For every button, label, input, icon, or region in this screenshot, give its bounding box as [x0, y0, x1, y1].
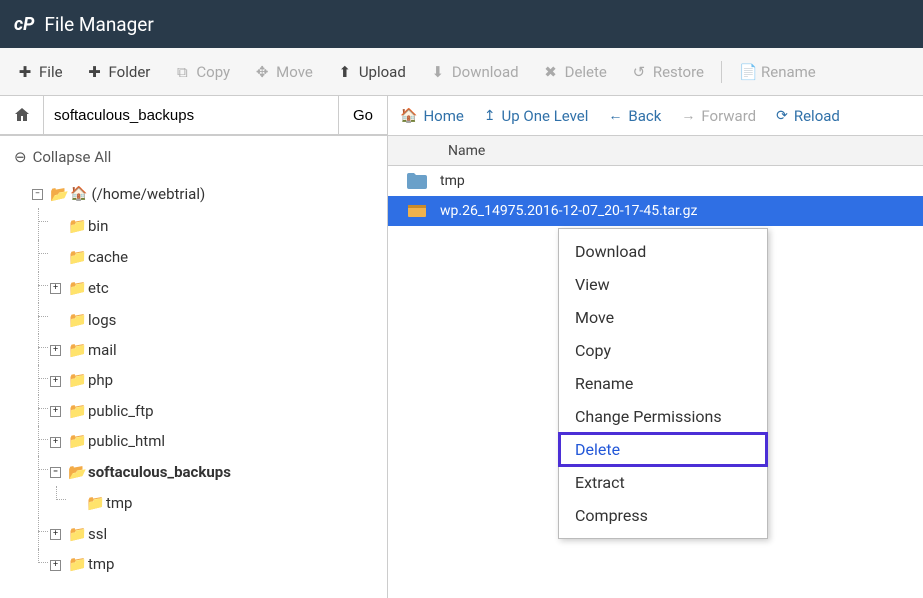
ctx-compress[interactable]: Compress: [559, 499, 767, 532]
cpanel-logo-icon: cP: [14, 14, 34, 35]
path-input[interactable]: [44, 96, 339, 135]
expand-toggle-icon[interactable]: +: [50, 345, 61, 356]
upload-button[interactable]: ⬆Upload: [326, 57, 417, 87]
folder-open-icon: 📂: [68, 459, 84, 487]
rename-icon: 📄: [739, 63, 755, 81]
arrow-left-icon: ←: [608, 107, 622, 124]
download-button: ⬇Download: [419, 57, 530, 87]
nav-row: 🏠Home ↥Up One Level ←Back →Forward ⟳Relo…: [388, 96, 923, 136]
tree-root[interactable]: − 📂 🏠 (/home/webtrial): [32, 181, 205, 209]
folder-icon: 📁: [68, 213, 84, 241]
collapse-icon: ⊖: [14, 148, 27, 166]
restore-icon: ↺: [631, 63, 647, 81]
list-header: Name: [388, 136, 923, 166]
new-file-button[interactable]: ✚File: [6, 57, 74, 87]
main-toolbar: ✚File ✚Folder ⧉Copy ✥Move ⬆Upload ⬇Downl…: [0, 48, 923, 96]
app-header: cP File Manager: [0, 0, 923, 48]
ctx-extract[interactable]: Extract: [559, 466, 767, 499]
folder-icon: 📁: [68, 244, 84, 272]
file-name: wp.26_14975.2016-12-07_20-17-45.tar.gz: [440, 203, 697, 219]
plus-icon: ✚: [87, 63, 103, 81]
tree-item-cache[interactable]: 📁cache: [50, 244, 128, 272]
copy-icon: ⧉: [174, 63, 190, 81]
collapse-all-button[interactable]: ⊖ Collapse All: [0, 136, 387, 178]
folder-icon: 📁: [68, 337, 84, 365]
sidebar: Go ⊖ Collapse All − 📂 🏠 (/home/webtrial)…: [0, 96, 388, 598]
expand-toggle-icon[interactable]: +: [50, 406, 61, 417]
expand-toggle-icon[interactable]: +: [50, 560, 61, 571]
folder-icon: 📁: [86, 490, 102, 518]
ctx-delete[interactable]: Delete: [559, 433, 767, 466]
nav-back-button[interactable]: ←Back: [608, 107, 661, 125]
rename-button: 📄Rename: [728, 57, 827, 87]
ctx-move[interactable]: Move: [559, 301, 767, 334]
home-icon: [14, 107, 30, 123]
toolbar-separator: [721, 61, 722, 83]
ctx-copy[interactable]: Copy: [559, 334, 767, 367]
collapse-toggle-icon[interactable]: −: [50, 467, 61, 478]
expand-toggle-icon[interactable]: +: [50, 437, 61, 448]
delete-button: ✖Delete: [532, 57, 618, 87]
folder-icon: 📁: [68, 551, 84, 579]
ctx-download[interactable]: Download: [559, 235, 767, 268]
file-row-archive[interactable]: wp.26_14975.2016-12-07_20-17-45.tar.gz: [388, 196, 923, 226]
expand-toggle-icon[interactable]: +: [50, 283, 61, 294]
file-name: tmp: [440, 173, 465, 189]
expand-toggle-icon[interactable]: +: [50, 376, 61, 387]
move-button: ✥Move: [243, 57, 324, 87]
app-title: File Manager: [44, 13, 153, 36]
home-icon: 🏠: [70, 182, 87, 208]
tree-item-logs[interactable]: 📁logs: [50, 307, 116, 335]
tree-item-etc[interactable]: +📁etc: [50, 275, 109, 303]
tree-item-bin[interactable]: 📁bin: [50, 213, 108, 241]
folder-icon: 📁: [68, 307, 84, 335]
tree-item-tmp[interactable]: +📁tmp: [50, 551, 114, 579]
folder-icon: [406, 173, 428, 189]
delete-icon: ✖: [543, 63, 559, 81]
nav-home-button[interactable]: 🏠Home: [400, 107, 464, 125]
tree-item-softaculous-backups[interactable]: −📂softaculous_backups: [50, 459, 231, 487]
plus-icon: ✚: [17, 63, 33, 81]
expand-toggle-icon[interactable]: +: [50, 529, 61, 540]
upload-icon: ⬆: [337, 63, 353, 81]
folder-tree: − 📂 🏠 (/home/webtrial) 📁bin 📁cache +📁etc…: [0, 178, 387, 598]
folder-icon: 📁: [68, 521, 84, 549]
restore-button: ↺Restore: [620, 57, 715, 87]
folder-icon: 📁: [68, 275, 84, 303]
arrow-right-icon: →: [681, 107, 695, 124]
folder-icon: 📁: [68, 367, 84, 395]
archive-icon: [406, 203, 428, 219]
go-button[interactable]: Go: [339, 96, 387, 135]
nav-forward-button: →Forward: [681, 107, 756, 125]
file-pane: 🏠Home ↥Up One Level ←Back →Forward ⟳Relo…: [388, 96, 923, 598]
download-icon: ⬇: [430, 63, 446, 81]
tree-item-ssl[interactable]: +📁ssl: [50, 521, 107, 549]
tree-item-tmp-child[interactable]: 📁tmp: [68, 490, 132, 518]
ctx-view[interactable]: View: [559, 268, 767, 301]
tree-item-php[interactable]: +📁php: [50, 367, 113, 395]
home-icon: 🏠: [400, 108, 417, 124]
collapse-toggle-icon[interactable]: −: [32, 189, 43, 200]
new-folder-button[interactable]: ✚Folder: [76, 57, 162, 87]
file-row-tmp[interactable]: tmp: [388, 166, 923, 196]
nav-up-button[interactable]: ↥Up One Level: [484, 107, 589, 125]
path-bar: Go: [0, 96, 387, 136]
reload-icon: ⟳: [776, 108, 788, 124]
file-list: tmp wp.26_14975.2016-12-07_20-17-45.tar.…: [388, 166, 923, 598]
folder-open-icon: 📂: [50, 181, 66, 209]
folder-icon: 📁: [68, 398, 84, 426]
context-menu: Download View Move Copy Rename Change Pe…: [558, 228, 768, 539]
nav-reload-button[interactable]: ⟳Reload: [776, 107, 840, 125]
folder-icon: 📁: [68, 428, 84, 456]
copy-button: ⧉Copy: [163, 57, 241, 87]
tree-item-public-ftp[interactable]: +📁public_ftp: [50, 398, 154, 426]
home-button[interactable]: [0, 96, 44, 135]
tree-item-public-html[interactable]: +📁public_html: [50, 428, 165, 456]
tree-item-mail[interactable]: +📁mail: [50, 337, 117, 365]
level-up-icon: ↥: [484, 108, 496, 124]
move-icon: ✥: [254, 63, 270, 81]
ctx-rename[interactable]: Rename: [559, 367, 767, 400]
ctx-change-permissions[interactable]: Change Permissions: [559, 400, 767, 433]
column-name[interactable]: Name: [448, 143, 485, 159]
